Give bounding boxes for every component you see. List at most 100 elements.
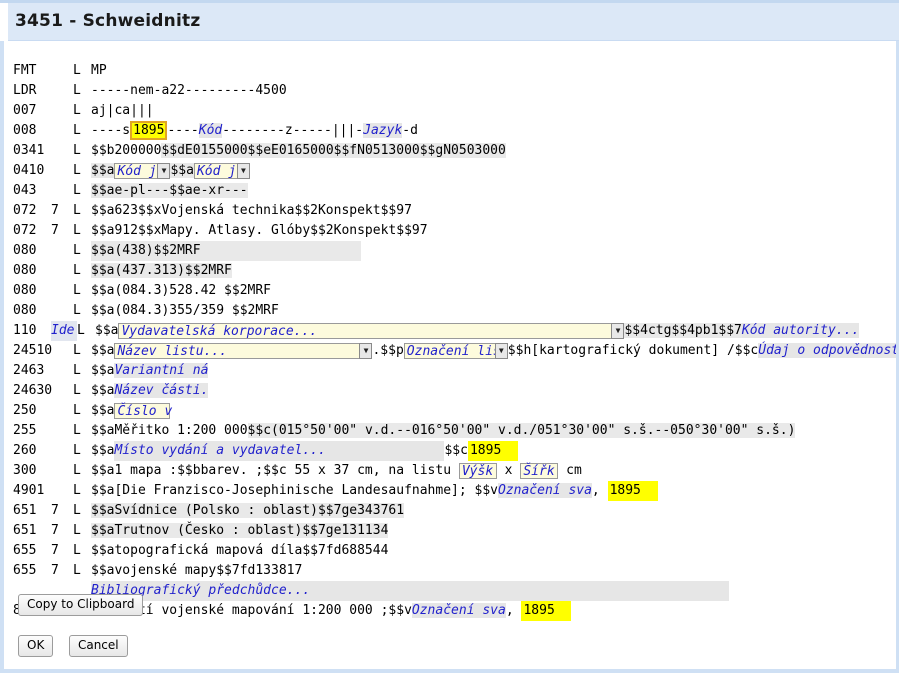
marc-level: L bbox=[73, 563, 81, 578]
small-text-input[interactable]: Číslo v bbox=[114, 402, 172, 419]
year-highlight[interactable]: 1895 bbox=[607, 481, 658, 501]
marc-field-content: MP bbox=[91, 61, 107, 81]
marc-subfield-value[interactable]: $$aTrutnov (Česko : oblast)$$7ge131134 bbox=[91, 523, 389, 538]
marc-level: L bbox=[73, 123, 81, 138]
marc-placeholder-label[interactable]: Kód autority... bbox=[741, 323, 860, 338]
marc-subfield-value[interactable]: $$a(437.313)$$2MRF bbox=[91, 263, 232, 278]
marc-row: 080 L $$a(084.3)355/359 $$2MRF bbox=[13, 301, 896, 321]
marc-field-content: $$a(438)$$2MRF bbox=[91, 241, 361, 261]
marc-subfield-value[interactable]: $$dE0155000$$eE0165000$$fN0513000$$gN050… bbox=[161, 143, 506, 158]
marc-literal-text: $$a bbox=[91, 383, 115, 398]
marc-row: LDR L -----nem-a22---------4500 bbox=[13, 81, 896, 101]
marc-indicator-link[interactable]: Ide bbox=[51, 321, 77, 341]
combo-box[interactable]: Označení lis▼ bbox=[403, 342, 508, 359]
combo-box[interactable]: Název listu... ▼ bbox=[114, 342, 373, 359]
marc-level: L bbox=[73, 343, 81, 358]
marc-literal-text: --------z-----|||- bbox=[222, 123, 364, 138]
combo-box[interactable]: Vydavatelská korporace... ▼ bbox=[118, 322, 625, 339]
combo-box-input[interactable]: Název listu... bbox=[114, 342, 361, 359]
marc-tag: 008 bbox=[13, 123, 37, 138]
marc-row: 008 L ----s 1895 ----Kód--------z-----|||-J… bbox=[13, 121, 896, 141]
marc-level: L bbox=[73, 183, 81, 198]
marc-placeholder-label[interactable]: Variantní ná bbox=[114, 363, 209, 378]
marc-literal-text: ----s bbox=[91, 123, 131, 138]
marc-row: 043 L $$ae-pl---$$ae-xr--- bbox=[13, 181, 896, 201]
marc-tag: 007 bbox=[13, 103, 37, 118]
small-text-input[interactable]: Šířk bbox=[520, 462, 559, 479]
marc-tag: 080 bbox=[13, 243, 37, 258]
marc-literal-text: $$avojenské mapy$$7fd133817 bbox=[91, 563, 303, 578]
marc-placeholder-label[interactable]: Označení sva bbox=[498, 483, 592, 498]
marc-tag: 300 bbox=[13, 463, 37, 478]
year-highlight[interactable]: 1895 bbox=[521, 601, 572, 621]
marc-content-pane: FMT L MP LDR L -----nem-a22---------4500 007 La… bbox=[0, 41, 899, 673]
marc-literal-text: $$atopografická mapová díla$$7fd688544 bbox=[91, 543, 389, 558]
chevron-down-icon[interactable]: ▼ bbox=[157, 162, 171, 179]
marc-row: Bibliografický předchůdce... bbox=[13, 581, 896, 601]
marc-field-content: $$a Číslo v bbox=[91, 401, 172, 421]
marc-row: 655 7 L $$atopografická mapová díla$$7fd688… bbox=[13, 541, 896, 561]
marc-literal-text: $$aMěřitko 1:200 000 bbox=[91, 423, 248, 438]
marc-field-content: $$a Vydavatelská korporace... ▼ $$4ctg$$4pb… bbox=[95, 321, 860, 341]
marc-placeholder-label[interactable]: Kód bbox=[198, 123, 223, 138]
year-input-highlighted[interactable]: 1895 bbox=[130, 121, 168, 140]
marc-literal-text: .$$p bbox=[372, 343, 404, 358]
marc-placeholder-label[interactable]: Místo vydání a vydavatel... bbox=[114, 441, 445, 461]
marc-placeholder-label[interactable]: Údaj o odpovědnosti.. bbox=[758, 343, 896, 358]
marc-field-content: $$aTřetí vojenské mapování 1:200 000 ;$$… bbox=[91, 601, 572, 621]
marc-literal-text: x bbox=[496, 463, 521, 478]
marc-level: L bbox=[73, 483, 81, 498]
marc-level: L bbox=[73, 83, 81, 98]
marc-field-content: $$aMěřitko 1:200 000$$c(015°50'00" v.d.-… bbox=[91, 421, 796, 441]
small-text-input[interactable]: Výšk bbox=[458, 462, 497, 479]
marc-editor-window: 3451 - Schweidnitz FMT L MP LDR L -----nem-a2… bbox=[0, 0, 899, 673]
marc-placeholder-label[interactable]: Jazyk bbox=[363, 123, 403, 138]
marc-tag: FMT bbox=[13, 63, 37, 78]
marc-tag: 043 bbox=[13, 183, 37, 198]
marc-tag: LDR bbox=[13, 83, 37, 98]
cancel-button[interactable]: Cancel bbox=[68, 635, 128, 657]
marc-indicator: 7 bbox=[51, 523, 59, 538]
marc-row: 0410 L $$a Kód j ▼ $$a Kód j ▼ bbox=[13, 161, 896, 181]
combo-box[interactable]: Kód j ▼ bbox=[114, 162, 171, 179]
marc-literal-text: MP bbox=[91, 63, 107, 78]
chevron-down-icon[interactable]: ▼ bbox=[236, 162, 250, 179]
marc-placeholder-label[interactable]: Bibliografický předchůdce... bbox=[91, 581, 729, 601]
marc-placeholder-label[interactable]: Název části. bbox=[114, 383, 209, 398]
marc-tag: 0341 bbox=[13, 143, 45, 158]
marc-subfield-value[interactable]: $$c(015°50'00" v.d.--016°50'00" v.d./051… bbox=[247, 423, 796, 438]
marc-level: L bbox=[73, 303, 81, 318]
chevron-down-icon[interactable]: ▼ bbox=[494, 342, 508, 359]
marc-level: L bbox=[77, 323, 85, 338]
copy-to-clipboard-button[interactable]: Copy to Clipboard bbox=[18, 594, 144, 616]
marc-literal-text: $$a912$$xMapy. Atlasy. Glóby$$2Konspekt$… bbox=[91, 223, 428, 238]
chevron-down-icon[interactable]: ▼ bbox=[359, 342, 373, 359]
marc-tag: 255 bbox=[13, 423, 37, 438]
marc-row: 255 L $$aMěřitko 1:200 000$$c(015°50'00" v… bbox=[13, 421, 896, 441]
chevron-down-icon[interactable]: ▼ bbox=[611, 322, 625, 339]
marc-field-content: $$a1 mapa :$$bbarev. ;$$c 55 x 37 cm, na… bbox=[91, 461, 582, 481]
marc-subfield-value[interactable]: $$a bbox=[170, 163, 194, 178]
combo-box-input[interactable]: Kód j bbox=[193, 162, 238, 179]
marc-level: L bbox=[73, 63, 81, 78]
marc-subfield-value[interactable]: $$ae-pl---$$ae-xr--- bbox=[91, 183, 248, 198]
combo-box-input[interactable]: Vydavatelská korporace... bbox=[118, 322, 613, 339]
combo-box-input[interactable]: Označení lis bbox=[403, 342, 496, 359]
ok-button[interactable]: OK bbox=[18, 635, 54, 657]
marc-row: 4901 L $$a[Die Franzisco-Josephinische Lan… bbox=[13, 481, 896, 501]
marc-tag: 0410 bbox=[13, 163, 45, 178]
combo-box[interactable]: Kód j ▼ bbox=[193, 162, 250, 179]
marc-row: 2463 L $$aVariantní ná bbox=[13, 361, 896, 381]
marc-field-content: $$b200000$$dE0155000$$eE0165000$$fN05130… bbox=[91, 141, 506, 161]
marc-placeholder-label[interactable]: Označení sva bbox=[411, 603, 506, 618]
marc-literal-text: $$a bbox=[91, 363, 115, 378]
marc-subfield-value[interactable]: $$4ctg$$4pb1$$7 bbox=[624, 323, 742, 338]
marc-literal-text: $$a bbox=[95, 323, 119, 338]
marc-subfield-value[interactable]: $$a(438)$$2MRF bbox=[91, 241, 361, 261]
combo-box-input[interactable]: Kód j bbox=[114, 162, 159, 179]
marc-indicator: 7 bbox=[51, 203, 59, 218]
year-highlight[interactable]: 1895 bbox=[467, 441, 518, 461]
marc-subfield-value[interactable]: $$a bbox=[91, 163, 115, 178]
marc-subfield-value[interactable]: $$aSvídnice (Polsko : oblast)$$7ge343761 bbox=[91, 503, 405, 518]
marc-literal-text: aj|ca||| bbox=[91, 103, 154, 118]
